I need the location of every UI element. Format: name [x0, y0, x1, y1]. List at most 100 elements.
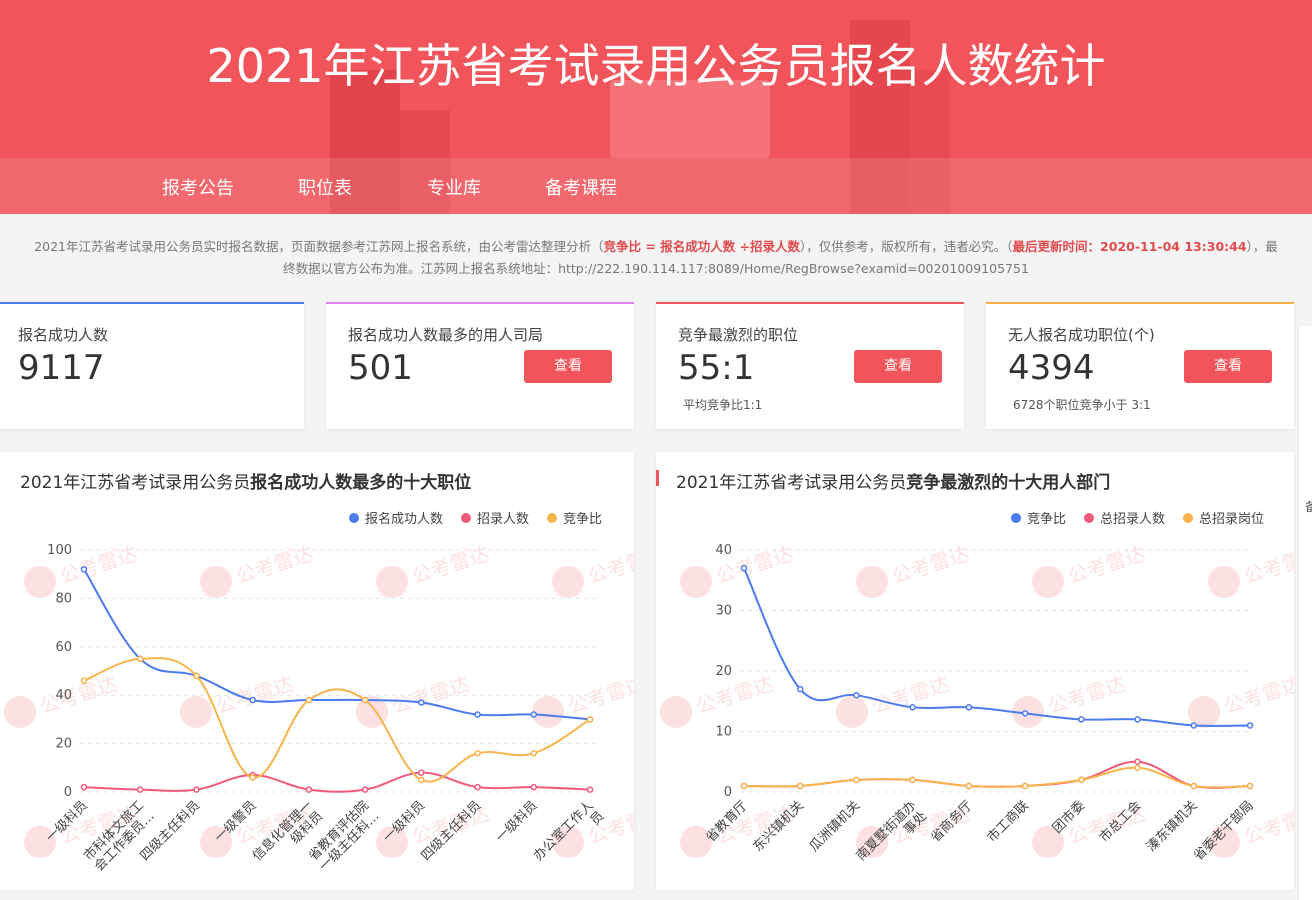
y-tick-label: 20 — [715, 664, 732, 679]
card-accent-bar — [986, 302, 1294, 304]
data-point[interactable] — [530, 711, 538, 718]
data-point[interactable] — [1134, 716, 1141, 723]
legend-item[interactable]: 招录人数 — [461, 512, 529, 527]
data-point[interactable] — [853, 691, 860, 699]
data-point[interactable] — [1078, 716, 1085, 723]
data-point[interactable] — [80, 566, 88, 573]
data-point[interactable] — [1021, 782, 1029, 790]
series-line — [83, 657, 591, 783]
stat-card-top-department: 报名成功人数最多的用人司局 501 查看 — [326, 302, 634, 429]
data-point[interactable] — [193, 786, 200, 793]
card-value: 55:1 — [678, 348, 755, 388]
data-point[interactable] — [136, 655, 144, 663]
legend-marker — [547, 513, 557, 523]
data-point[interactable] — [1134, 764, 1141, 772]
data-point[interactable] — [361, 696, 369, 704]
data-point[interactable] — [586, 786, 594, 793]
legend-item[interactable]: 总招录人数 — [1084, 512, 1165, 527]
data-point[interactable] — [474, 783, 481, 791]
line-chart-top-positions: 公考雷达 公考雷达 公考雷达 公考雷达公考雷达 公考雷达 公考雷达 公考雷达公考雷达 公考雷达… — [4, 511, 634, 875]
data-point[interactable] — [909, 776, 916, 784]
legend-label: 报名成功人数 — [365, 511, 443, 527]
data-point[interactable] — [80, 677, 88, 684]
data-point[interactable] — [1190, 722, 1198, 729]
legend-label: 招录人数 — [477, 512, 529, 527]
data-point[interactable] — [474, 750, 481, 757]
data-point[interactable] — [740, 564, 748, 572]
data-point[interactable] — [965, 782, 973, 790]
card-subtext: 6728个职位竞争小于 3:1 — [1013, 398, 1151, 412]
page-header: 2021年江苏省考试录用公务员报名人数统计 报考公告 职位表 专业库 备考课程 — [0, 0, 1312, 214]
x-tick-label: 一级科员 — [493, 798, 540, 845]
legend-marker — [1011, 513, 1021, 523]
data-point[interactable] — [474, 711, 481, 718]
view-button[interactable]: 查看 — [524, 350, 612, 383]
nav-item-prep-courses[interactable]: 备考课程 — [545, 174, 617, 200]
data-point[interactable] — [1190, 782, 1198, 790]
data-point[interactable] — [249, 696, 256, 704]
data-point[interactable] — [418, 769, 425, 776]
side-panel-edge: 备 — [1298, 326, 1312, 900]
y-tick-label: 10 — [715, 725, 732, 740]
series-line — [743, 567, 1251, 727]
y-tick-label: 80 — [55, 591, 72, 606]
nav-item-announcement[interactable]: 报考公告 — [162, 174, 234, 200]
data-point[interactable] — [909, 704, 916, 711]
data-point[interactable] — [530, 783, 538, 791]
data-point[interactable] — [136, 786, 144, 793]
series-line — [83, 771, 591, 793]
watermark-logo-icon — [660, 696, 692, 728]
data-point[interactable] — [193, 672, 200, 680]
data-point[interactable] — [418, 699, 425, 706]
data-point[interactable] — [80, 783, 88, 791]
notice-line-2: 终数据以官方公布为准。江苏网上报名系统地址：http://222.190.114… — [283, 261, 1029, 276]
data-point[interactable] — [1078, 776, 1085, 784]
card-label: 报名成功人数 — [18, 326, 109, 344]
watermark-logo-icon — [1208, 566, 1240, 598]
notice-text: ），最 — [1246, 239, 1278, 254]
data-point[interactable] — [249, 774, 256, 781]
data-point[interactable] — [796, 782, 804, 790]
y-tick-label: 0 — [724, 785, 732, 800]
nav-item-major-library[interactable]: 专业库 — [427, 174, 481, 200]
y-tick-label: 60 — [55, 640, 72, 655]
legend-item[interactable]: 总招录岗位 — [1183, 512, 1264, 527]
data-point[interactable] — [361, 786, 369, 793]
watermark-logo-icon — [552, 566, 584, 598]
data-point[interactable] — [1134, 758, 1141, 765]
data-point[interactable] — [740, 782, 748, 790]
card-value: 501 — [348, 348, 413, 388]
x-tick-label-line: 市工商联 — [984, 798, 1032, 846]
card-accent-bar — [656, 302, 964, 304]
notice-update-time: 最后更新时间：2020-11-04 13:30:44 — [1012, 239, 1247, 254]
legend-item[interactable]: 竞争比 — [1011, 511, 1066, 527]
data-point[interactable] — [853, 776, 860, 784]
watermark-text: 公考雷达 — [585, 541, 634, 589]
watermark-logo-icon — [4, 696, 36, 728]
legend-item[interactable]: 竞争比 — [547, 511, 602, 527]
chart-panel-top-positions: 2021年江苏省考试录用公务员报名成功人数最多的十大职位 公考雷达 公考雷达 公考雷… — [0, 452, 634, 890]
x-tick-label: 市工商联 — [984, 798, 1032, 846]
watermark-text: 公考雷达 — [693, 671, 777, 719]
legend-item[interactable]: 报名成功人数 — [349, 511, 443, 527]
main-nav: 报考公告 职位表 专业库 备考课程 — [0, 158, 1312, 214]
view-button[interactable]: 查看 — [1184, 350, 1272, 383]
card-label: 竞争最激烈的职位 — [678, 326, 799, 344]
data-point[interactable] — [1021, 710, 1029, 717]
watermark-logo-icon — [376, 566, 408, 598]
data-point[interactable] — [305, 696, 313, 704]
watermark-logo-icon — [180, 696, 212, 728]
page-title: 2021年江苏省考试录用公务员报名人数统计 — [206, 39, 1106, 93]
view-button[interactable]: 查看 — [854, 350, 942, 383]
nav-item-position-table[interactable]: 职位表 — [298, 174, 352, 200]
data-point[interactable] — [418, 776, 425, 784]
data-point[interactable] — [1246, 782, 1254, 790]
y-tick-label: 0 — [64, 785, 72, 800]
data-point[interactable] — [586, 716, 594, 723]
x-tick-label-line: 溱东镇机关 — [1144, 798, 1201, 855]
data-point[interactable] — [530, 750, 538, 757]
data-point[interactable] — [1246, 722, 1254, 729]
data-point[interactable] — [965, 704, 973, 711]
data-point[interactable] — [796, 685, 804, 693]
data-point[interactable] — [305, 786, 313, 793]
